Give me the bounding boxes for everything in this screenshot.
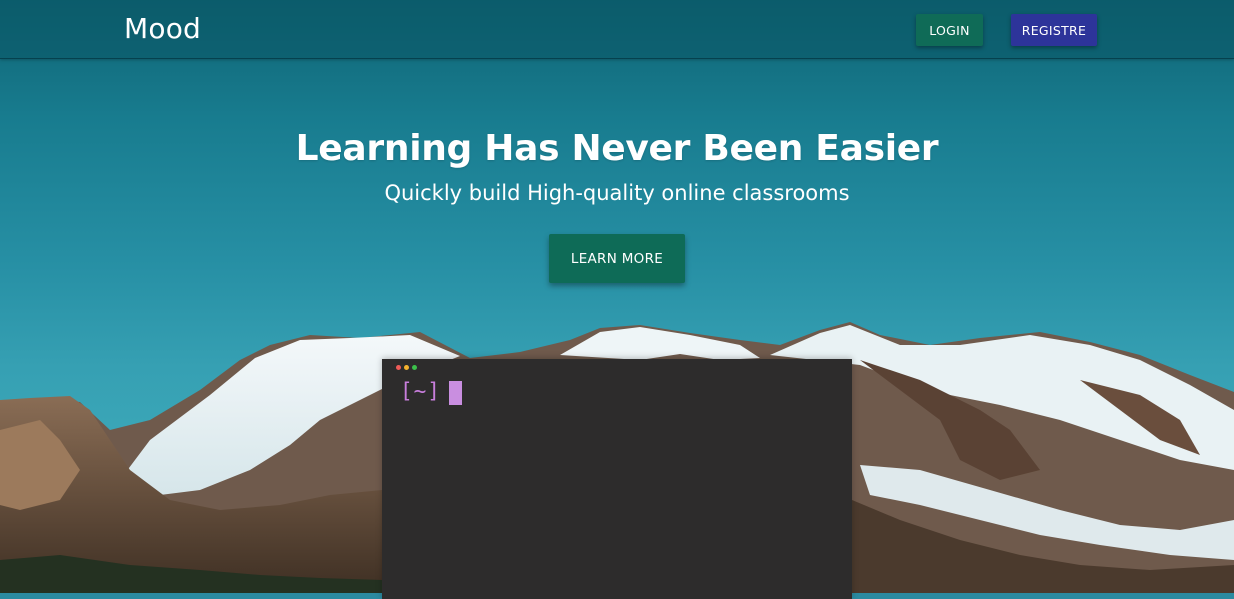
window-controls xyxy=(396,365,420,371)
terminal-window[interactable]: [~] xyxy=(382,359,852,599)
window-maximize-dot-icon xyxy=(412,365,417,370)
window-close-dot-icon xyxy=(396,365,401,370)
hero-title: Learning Has Never Been Easier xyxy=(295,128,939,169)
top-navbar: Mood LOGIN REGISTRE xyxy=(0,0,1234,59)
learn-more-button[interactable]: LEARN MORE xyxy=(549,234,685,283)
window-minimize-dot-icon xyxy=(404,365,409,370)
hero-subtitle: Quickly build High-quality online classr… xyxy=(384,181,850,205)
login-button[interactable]: LOGIN xyxy=(916,14,983,46)
register-button[interactable]: REGISTRE xyxy=(1011,14,1097,46)
terminal-prompt: [~] xyxy=(400,379,441,403)
terminal-cursor xyxy=(449,381,462,405)
brand-logo-text[interactable]: Mood xyxy=(124,12,201,45)
